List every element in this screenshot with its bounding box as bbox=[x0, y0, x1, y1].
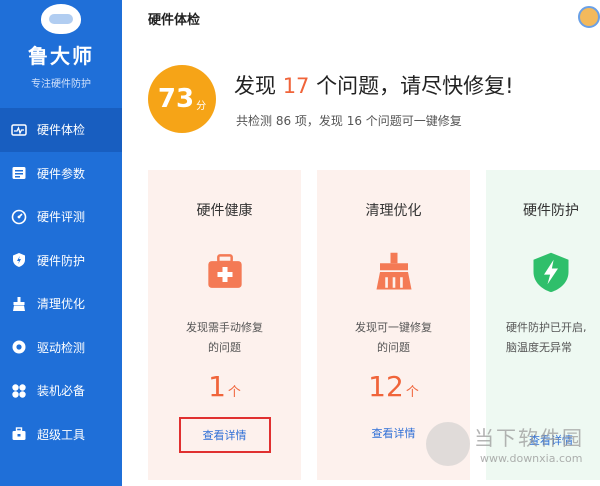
card-hardware-health: 硬件健康 发现需手动修复 的问题 1个 查看详情 bbox=[148, 170, 301, 480]
sidebar: 鲁大师 专注硬件防护 硬件体检 硬件参数 硬件评测 硬件防护 清理优化 驱动检测… bbox=[0, 0, 122, 486]
watermark-url: www.downxia.com bbox=[480, 452, 583, 465]
card-count: 12 个 bbox=[317, 370, 470, 403]
first-aid-icon bbox=[201, 248, 249, 296]
card-count-unit: 个 bbox=[405, 385, 419, 400]
sidebar-item-label: 超级工具 bbox=[37, 427, 86, 442]
issue-count: 17 bbox=[282, 74, 310, 98]
card-desc: 硬件防护已开启, 脑温度无异常 bbox=[506, 321, 587, 354]
result-summary: 共检测 86 项，发现 16 个问题可一键修复 bbox=[236, 114, 462, 128]
mascot-logo-icon bbox=[41, 4, 81, 34]
card-title: 硬件健康 bbox=[196, 203, 253, 219]
watermark-text: 当下软件园 bbox=[474, 426, 584, 450]
card-spacer bbox=[486, 358, 600, 410]
sidebar-item-label: 硬件体检 bbox=[37, 123, 86, 138]
shield-icon bbox=[10, 251, 28, 269]
result-headline: 发现 17 个问题，请尽快修复! bbox=[234, 70, 514, 100]
sidebar-item-label: 硬件防护 bbox=[37, 253, 86, 268]
view-details-link[interactable]: 查看详情 bbox=[350, 417, 438, 449]
brand-name: 鲁大师 bbox=[28, 44, 94, 68]
sidebar-item-parameters[interactable]: 硬件参数 bbox=[0, 152, 122, 196]
sidebar-item-label: 清理优化 bbox=[37, 297, 86, 312]
card-count-value: 12 bbox=[368, 370, 404, 403]
sidebar-item-essentials[interactable]: 装机必备 bbox=[0, 369, 122, 413]
sidebar-item-cleanup[interactable]: 清理优化 bbox=[0, 282, 122, 326]
brand: 鲁大师 专注硬件防护 bbox=[0, 0, 122, 96]
score-unit: 分 bbox=[196, 100, 207, 112]
broom-icon bbox=[370, 248, 418, 296]
headline-prefix: 发现 bbox=[234, 74, 283, 98]
health-check-icon bbox=[10, 121, 28, 139]
benchmark-icon bbox=[10, 208, 28, 226]
card-title: 清理优化 bbox=[365, 203, 422, 219]
sidebar-item-tools[interactable]: 超级工具 bbox=[0, 413, 122, 457]
card-desc: 发现可一键修复 的问题 bbox=[355, 321, 432, 354]
apps-icon bbox=[10, 382, 28, 400]
view-details-link[interactable]: 查看详情 bbox=[178, 417, 271, 453]
card-title: 硬件防护 bbox=[523, 203, 579, 219]
sidebar-item-label: 驱动检测 bbox=[37, 340, 86, 355]
sidebar-item-drivers[interactable]: 驱动检测 bbox=[0, 326, 122, 370]
card-count-value: 1 bbox=[208, 370, 226, 403]
toolbox-icon bbox=[10, 425, 28, 443]
parameters-icon bbox=[10, 164, 28, 182]
sidebar-item-protection[interactable]: 硬件防护 bbox=[0, 239, 122, 283]
sidebar-item-label: 装机必备 bbox=[37, 384, 86, 399]
watermark-logo-icon bbox=[426, 422, 470, 466]
sidebar-item-label: 硬件参数 bbox=[37, 166, 86, 181]
sidebar-item-label: 硬件评测 bbox=[37, 210, 86, 225]
brand-slogan: 专注硬件防护 bbox=[31, 79, 91, 90]
sidebar-nav: 硬件体检 硬件参数 硬件评测 硬件防护 清理优化 驱动检测 装机必备 超级工具 bbox=[0, 108, 122, 456]
score-badge: 73 分 bbox=[148, 65, 216, 133]
headline-suffix: 个问题，请尽快修复! bbox=[309, 74, 514, 98]
sidebar-item-health-check[interactable]: 硬件体检 bbox=[0, 108, 122, 152]
page-title: 硬件体检 bbox=[148, 13, 201, 28]
card-count: 1个 bbox=[148, 370, 301, 403]
watermark: 当下软件园 www.downxia.com bbox=[426, 420, 600, 480]
avatar[interactable] bbox=[578, 6, 600, 28]
driver-icon bbox=[10, 338, 28, 356]
card-desc: 发现需手动修复 的问题 bbox=[186, 321, 263, 354]
score-value: 73 bbox=[157, 84, 195, 114]
card-count-unit: 个 bbox=[227, 385, 241, 400]
sidebar-item-benchmark[interactable]: 硬件评测 bbox=[0, 195, 122, 239]
shield-bolt-icon bbox=[527, 248, 575, 296]
broom-icon bbox=[10, 295, 28, 313]
